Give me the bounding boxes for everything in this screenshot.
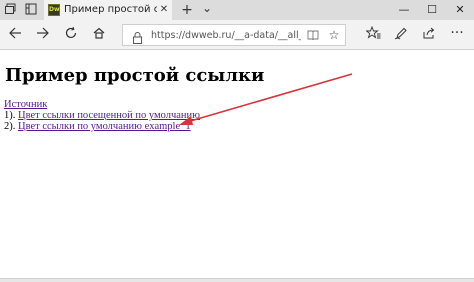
tab-title: Пример простой ссылк <box>64 4 157 15</box>
close-window-button[interactable]: ✕ <box>446 0 474 20</box>
favorites-hub-icon[interactable] <box>364 25 382 44</box>
source-link[interactable]: Источник <box>4 99 47 110</box>
browser-toolbar: https://dwweb.ru/__a-data/__all_for_scri… <box>0 20 474 50</box>
reading-view-icon[interactable] <box>307 29 319 42</box>
set-tabs-aside-icon[interactable] <box>24 3 38 17</box>
list-item: 2). Цвет ссылки по умолчанию example_1 <box>4 121 191 133</box>
tab-close-icon[interactable]: ✕ <box>158 3 170 17</box>
web-note-pen-icon[interactable] <box>392 26 410 44</box>
refresh-icon[interactable] <box>62 26 80 44</box>
window-bottom-edge <box>0 278 474 282</box>
url-text[interactable]: https://dwweb.ru/__a-data/__all_for_scri <box>151 29 301 42</box>
list-item-prefix: 2). <box>4 121 18 132</box>
page-title: Пример простой ссылки <box>5 65 265 86</box>
visited-link-color-link[interactable]: Цвет ссылки посещенной по умолчанию <box>18 110 200 121</box>
more-options-icon[interactable]: ··· <box>448 26 466 44</box>
page-content: Пример простой ссылки Источник 1). Цвет … <box>0 51 474 278</box>
tab-active[interactable]: Dw Пример простой ссылк ✕ <box>44 0 172 20</box>
dreamweaver-favicon-icon: Dw <box>48 4 60 16</box>
default-link-color-link[interactable]: Цвет ссылки по умолчанию example_1 <box>18 121 191 132</box>
list-item-prefix: 1). <box>4 110 18 121</box>
new-tab-button[interactable]: + <box>180 3 194 17</box>
home-icon[interactable] <box>90 26 108 44</box>
forward-arrow-icon[interactable] <box>34 26 52 44</box>
tab-list-chevron-icon[interactable]: ⌄ <box>200 2 214 17</box>
tab-strip: Dw Пример простой ссылк ✕ + ⌄ — ☐ ✕ <box>0 0 474 20</box>
address-bar[interactable]: https://dwweb.ru/__a-data/__all_for_scri… <box>122 24 346 46</box>
maximize-button[interactable]: ☐ <box>418 0 446 20</box>
minimize-button[interactable]: — <box>390 0 418 20</box>
tab-actions-icon[interactable] <box>4 3 18 17</box>
back-arrow-icon[interactable] <box>6 26 24 44</box>
favorite-star-icon[interactable]: ☆ <box>327 28 341 43</box>
share-icon[interactable] <box>420 26 438 44</box>
lock-icon <box>133 29 142 44</box>
